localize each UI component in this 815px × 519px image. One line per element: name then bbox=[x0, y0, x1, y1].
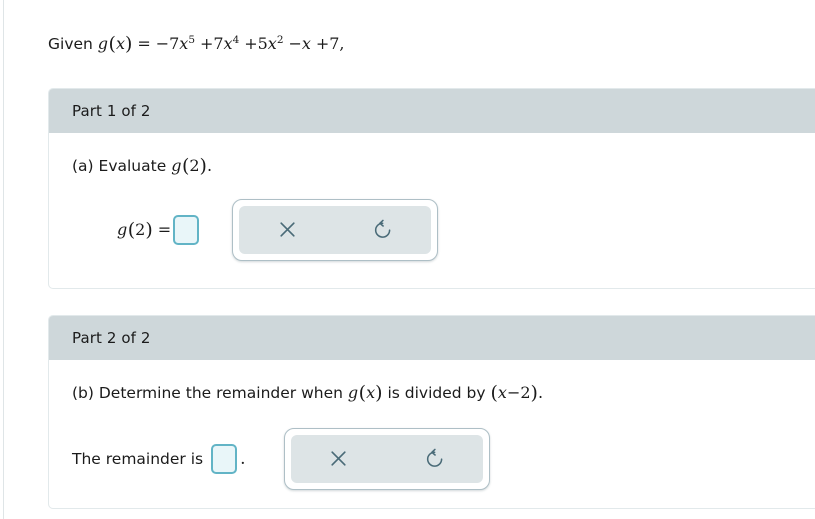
problem-prompt: Given g(x) = −7x5 +7x4 +5x2 −x +7, bbox=[48, 33, 345, 56]
part-2-divisor-sign: − bbox=[506, 383, 521, 402]
part-2-answer-prefix: The remainder is bbox=[72, 449, 204, 468]
part-1-body: (a) Evaluate g(2). g(2) = bbox=[49, 133, 815, 261]
prompt-variable: x bbox=[115, 34, 125, 53]
part-1-close-paren: ) bbox=[199, 155, 207, 177]
term-3-exponent: 2 bbox=[276, 34, 284, 46]
function-name: g bbox=[97, 34, 109, 53]
part-1-title: Part 1 of 2 bbox=[72, 102, 151, 120]
part-2-question-period: . bbox=[537, 383, 544, 402]
part-2-divided-by-text: is divided by bbox=[387, 384, 486, 402]
part-2-tool-group bbox=[283, 427, 490, 490]
part-1-argument: 2 bbox=[189, 156, 200, 175]
part-2-answer-input[interactable] bbox=[211, 443, 238, 474]
left-divider-rule bbox=[3, 0, 4, 519]
part-2-clear-button[interactable] bbox=[311, 437, 367, 481]
prompt-open-paren: ( bbox=[108, 33, 116, 55]
prompt-lead-text: Given bbox=[48, 35, 93, 53]
term-1-variable: x bbox=[179, 34, 189, 53]
part-2-divisor-value: 2 bbox=[520, 383, 531, 402]
term-4-sign: − bbox=[288, 34, 302, 53]
term-1-coefficient: 7 bbox=[169, 34, 180, 53]
part-2-question-function: g bbox=[347, 383, 359, 402]
term-1-exponent: 5 bbox=[188, 34, 196, 46]
part-1-lhs-equals: = bbox=[157, 219, 172, 239]
close-x-icon bbox=[331, 451, 346, 466]
part-1-lhs-close-paren: ) bbox=[145, 218, 153, 241]
part-1-question-label: (a) bbox=[72, 157, 94, 175]
part-1-tool-group bbox=[232, 198, 439, 261]
part-1-question: (a) Evaluate g(2). bbox=[72, 155, 814, 179]
part-1-lhs-function: g bbox=[117, 219, 128, 239]
undo-arrow-icon bbox=[426, 448, 442, 467]
part-2-close-paren: ) bbox=[375, 382, 383, 404]
term-2-sign: + bbox=[199, 34, 214, 53]
part-1-card: Part 1 of 2 (a) Evaluate g(2). g(2) = bbox=[48, 88, 815, 289]
term-2-coefficient: 7 bbox=[213, 34, 224, 53]
part-2-title: Part 2 of 2 bbox=[72, 329, 151, 347]
part-2-card: Part 2 of 2 (b) Determine the remainder … bbox=[48, 315, 815, 509]
part-2-body: (b) Determine the remainder when g(x) is… bbox=[49, 360, 815, 490]
part-2-argument: x bbox=[366, 383, 376, 402]
term-5-sign: + bbox=[315, 34, 330, 53]
term-3-variable: x bbox=[267, 34, 277, 53]
part-1-undo-button[interactable] bbox=[355, 208, 411, 252]
part-2-undo-button[interactable] bbox=[407, 437, 463, 481]
prompt-close-paren: ) bbox=[125, 33, 133, 55]
term-2-variable: x bbox=[223, 34, 233, 53]
part-1-clear-button[interactable] bbox=[259, 208, 315, 252]
part-2-divisor-close-paren: ) bbox=[530, 382, 538, 404]
part-1-lhs-argument: 2 bbox=[135, 219, 146, 239]
term-5-coefficient: 7 bbox=[329, 34, 340, 53]
part-1-answer-prefix: g(2) = bbox=[117, 219, 171, 241]
part-2-answer-period: . bbox=[240, 448, 246, 469]
part-2-question-text: Determine the remainder when bbox=[98, 384, 343, 402]
prompt-equals: = bbox=[137, 34, 151, 53]
part-2-header: Part 2 of 2 bbox=[49, 316, 815, 360]
part-1-question-period: . bbox=[206, 156, 213, 175]
term-2-exponent: 4 bbox=[232, 34, 240, 46]
part-2-question: (b) Determine the remainder when g(x) is… bbox=[72, 382, 814, 406]
term-3-sign: + bbox=[244, 34, 258, 53]
close-x-icon bbox=[279, 222, 295, 237]
part-1-answer-input[interactable] bbox=[173, 214, 200, 245]
prompt-trailing-comma: , bbox=[339, 34, 345, 53]
term-4-variable: x bbox=[301, 34, 311, 53]
part-2-open-paren: ( bbox=[358, 382, 367, 404]
part-2-divisor-open-paren: ( bbox=[490, 382, 498, 404]
part-2-tool-panel bbox=[290, 434, 483, 483]
term-3-coefficient: 5 bbox=[257, 34, 268, 53]
part-1-question-function: g bbox=[171, 156, 182, 175]
undo-arrow-icon bbox=[375, 219, 391, 238]
part-1-header: Part 1 of 2 bbox=[49, 89, 815, 133]
part-2-divisor-variable: x bbox=[497, 383, 507, 402]
part-1-tool-panel bbox=[239, 205, 432, 254]
part-2-question-label: (b) bbox=[72, 384, 94, 402]
term-1-sign: − bbox=[155, 34, 170, 53]
part-2-answer-row: The remainder is . bbox=[72, 427, 814, 490]
part-1-answer-row: g(2) = bbox=[117, 198, 814, 261]
part-1-question-text: Evaluate bbox=[98, 157, 167, 175]
